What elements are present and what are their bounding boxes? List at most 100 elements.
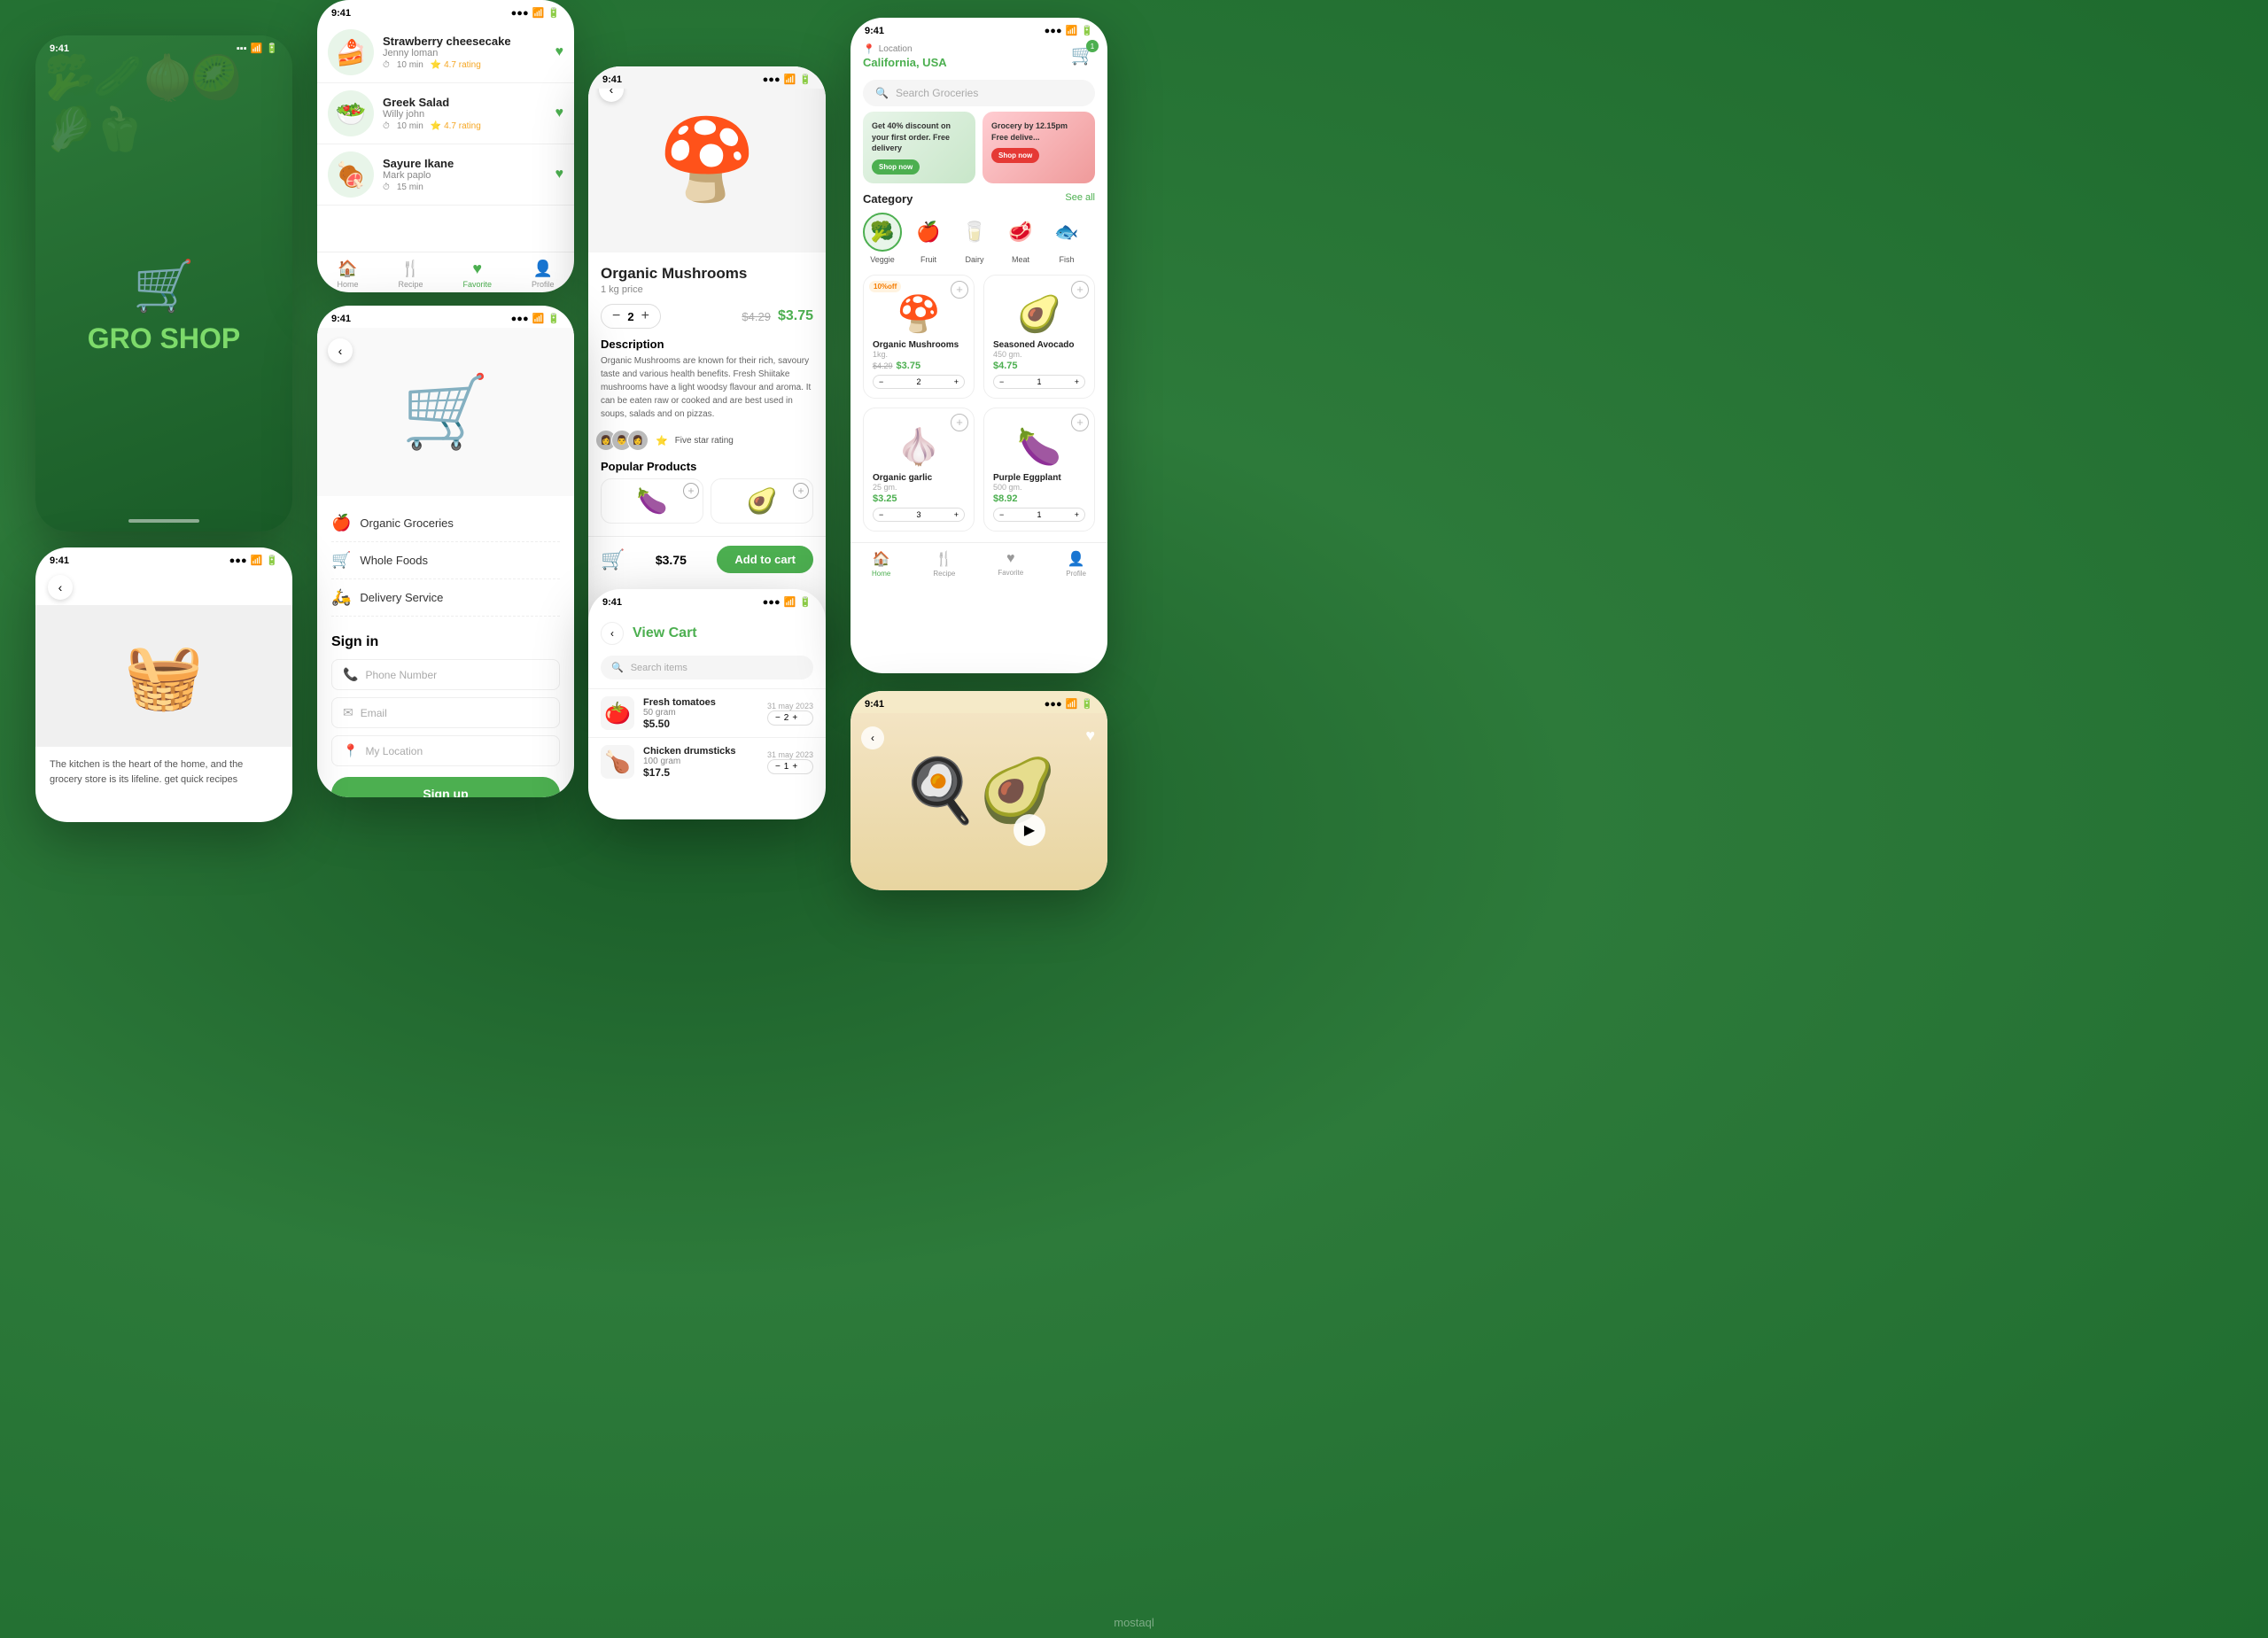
cat-label-meat: Meat	[1012, 255, 1029, 264]
store-product-3[interactable]: + 🧄 Organic garlic 25 gm. $3.25 − 3 +	[863, 408, 975, 532]
cat-veggie[interactable]: 🥦 Veggie	[863, 213, 902, 264]
signup-button[interactable]: Sign up	[331, 777, 560, 797]
store-nav-recipe[interactable]: 🍴 Recipe	[933, 550, 955, 578]
phone-field[interactable]: 📞 Phone Number	[331, 659, 560, 690]
cart-qty-dec-2[interactable]: −	[775, 762, 781, 772]
food-info-1: Strawberry cheesecake Jenny loman 10 min…	[383, 35, 547, 70]
cart-wifi: 📶	[784, 596, 796, 608]
cart-qty-2[interactable]: − 1 +	[767, 759, 813, 774]
food-item-2[interactable]: 🥗 Greek Salad Willy john 10 min ⭐ 4.7 ra…	[317, 83, 574, 144]
prod-price-old-1: $4.29	[873, 361, 893, 370]
popular-add-1[interactable]: +	[683, 483, 699, 499]
cat-label-fruit: Fruit	[920, 255, 936, 264]
nav-profile[interactable]: 👤 Profile	[532, 260, 555, 289]
prod-qty-inc-4[interactable]: +	[1075, 510, 1079, 519]
menu-delivery[interactable]: 🛵 Delivery Service	[331, 579, 560, 617]
store-product-2[interactable]: + 🥑 Seasoned Avocado 450 gm. $4.75 − 1 +	[983, 275, 1095, 399]
food-item-3[interactable]: 🍖 Sayure Ikane Mark paplo 15 min ♥	[317, 144, 574, 206]
store-nav-favorite[interactable]: ♥ Favorite	[998, 551, 1023, 577]
popular-card-2[interactable]: + 🥑	[711, 478, 813, 524]
watermark: mostaql	[1114, 1616, 1154, 1629]
prod-qty-inc-3[interactable]: +	[954, 510, 959, 519]
nav-favorite[interactable]: ♥ Favorite	[462, 260, 492, 289]
cart-item-1[interactable]: 🍅 Fresh tomatoes 50 gram $5.50 31 may 20…	[588, 688, 826, 737]
signin-title: Sign in	[331, 634, 560, 650]
see-all-link[interactable]: See all	[1065, 192, 1095, 206]
cat-label-dairy: Dairy	[965, 255, 983, 264]
location-pin-icon: 📍	[863, 43, 875, 55]
prod-qty-control-1[interactable]: − 2 +	[873, 375, 965, 389]
price-new: $3.75	[778, 308, 813, 324]
prod-price-new-4: $8.92	[993, 493, 1018, 504]
cat-dairy[interactable]: 🥛 Dairy	[955, 213, 994, 264]
cart-qty-inc-1[interactable]: +	[792, 713, 797, 723]
cart-footer-icon[interactable]: 🛒	[601, 548, 625, 571]
prod-qty-control-2[interactable]: − 1 +	[993, 375, 1085, 389]
nav-recipe[interactable]: 🍴 Recipe	[398, 260, 423, 289]
popular-emoji-2: 🥑	[747, 486, 778, 516]
store-product-4[interactable]: + 🍆 Purple Eggplant 500 gm. $8.92 − 1 +	[983, 408, 1095, 532]
heart-btn-1[interactable]: ♥	[555, 44, 564, 60]
prod-qty-inc-2[interactable]: +	[1075, 377, 1079, 386]
store-product-1[interactable]: 10%off + 🍄 Organic Mushrooms 1kg. $4.29 …	[863, 275, 975, 399]
cart-back-button[interactable]: ‹	[601, 622, 624, 645]
add-product-4[interactable]: +	[1071, 414, 1089, 431]
promo-card-2[interactable]: Grocery by 12.15pm Free delive... Shop n…	[983, 112, 1095, 183]
signin-wifi: 📶	[532, 313, 545, 324]
basket-emoji: 🧺	[124, 639, 204, 714]
cart-item-weight-1: 50 gram	[643, 708, 758, 718]
store-nav-home[interactable]: 🏠 Home	[872, 550, 890, 578]
nav-home[interactable]: 🏠 Home	[337, 260, 358, 289]
add-product-3[interactable]: +	[951, 414, 968, 431]
prod-qty-dec-4[interactable]: −	[999, 510, 1004, 519]
qty-decrease[interactable]: −	[612, 308, 620, 324]
prod-qty-dec-1[interactable]: −	[879, 377, 883, 386]
cart-qty-dec-1[interactable]: −	[775, 713, 781, 723]
recipe-heart-button[interactable]: ♥	[1085, 726, 1095, 745]
description-title: Description	[601, 338, 813, 351]
prod-qty-control-3[interactable]: − 3 +	[873, 508, 965, 522]
recipe-back-button[interactable]: ‹	[861, 726, 884, 749]
food-thumb-3: 🍖	[328, 151, 374, 198]
email-field[interactable]: ✉ Email	[331, 697, 560, 728]
location-field[interactable]: 📍 My Location	[331, 735, 560, 766]
cart-qty-1[interactable]: − 2 +	[767, 710, 813, 726]
recipe-signal: ●●●	[1045, 699, 1062, 710]
popular-add-2[interactable]: +	[793, 483, 809, 499]
prod-qty-dec-3[interactable]: −	[879, 510, 883, 519]
heart-btn-2[interactable]: ♥	[555, 105, 564, 121]
prod-qty-inc-1[interactable]: +	[954, 377, 959, 386]
cat-meat[interactable]: 🥩 Meat	[1001, 213, 1040, 264]
add-product-2[interactable]: +	[1071, 281, 1089, 299]
promo-shop-btn-1[interactable]: Shop now	[872, 159, 920, 175]
promo-shop-btn-2[interactable]: Shop now	[991, 148, 1039, 163]
signin-back-button[interactable]: ‹	[328, 338, 353, 363]
store-nav-profile[interactable]: 👤 Profile	[1066, 550, 1086, 578]
food-name-2: Greek Salad	[383, 96, 547, 109]
review-label: Five star rating	[675, 436, 734, 446]
fav-battery: 🔋	[548, 7, 560, 19]
quantity-control[interactable]: − 2 +	[601, 304, 661, 329]
store-search-bar[interactable]: 🔍 Search Groceries	[863, 80, 1095, 106]
prod-qty-dec-2[interactable]: −	[999, 377, 1004, 386]
qty-increase[interactable]: +	[641, 308, 649, 324]
food-item-1[interactable]: 🍰 Strawberry cheesecake Jenny loman 10 m…	[317, 22, 574, 83]
qty-value: 2	[627, 310, 633, 323]
cart-qty-inc-2[interactable]: +	[792, 762, 797, 772]
popular-card-1[interactable]: + 🍆	[601, 478, 703, 524]
cart-search-bar[interactable]: 🔍 Search items	[601, 656, 813, 679]
cat-fish[interactable]: 🐟 Fish	[1047, 213, 1086, 264]
menu-list: 🍎 Organic Groceries 🛒 Whole Foods 🛵 Deli…	[317, 496, 574, 625]
menu-whole-foods[interactable]: 🛒 Whole Foods	[331, 542, 560, 579]
add-to-cart-button[interactable]: Add to cart	[717, 546, 813, 573]
menu-organic-groceries[interactable]: 🍎 Organic Groceries	[331, 505, 560, 542]
prod-qty-control-4[interactable]: − 1 +	[993, 508, 1085, 522]
heart-btn-3[interactable]: ♥	[555, 167, 564, 182]
cat-fruit[interactable]: 🍎 Fruit	[909, 213, 948, 264]
recipe-play-button[interactable]: ▶	[1014, 814, 1045, 846]
cart-item-2[interactable]: 🍗 Chicken drumsticks 100 gram $17.5 31 m…	[588, 737, 826, 786]
add-product-1[interactable]: +	[951, 281, 968, 299]
basket-back-button[interactable]: ‹	[48, 575, 73, 600]
promo-card-1[interactable]: Get 40% discount on your first order. Fr…	[863, 112, 975, 183]
store-cart-button[interactable]: 🛒 1	[1071, 43, 1095, 66]
